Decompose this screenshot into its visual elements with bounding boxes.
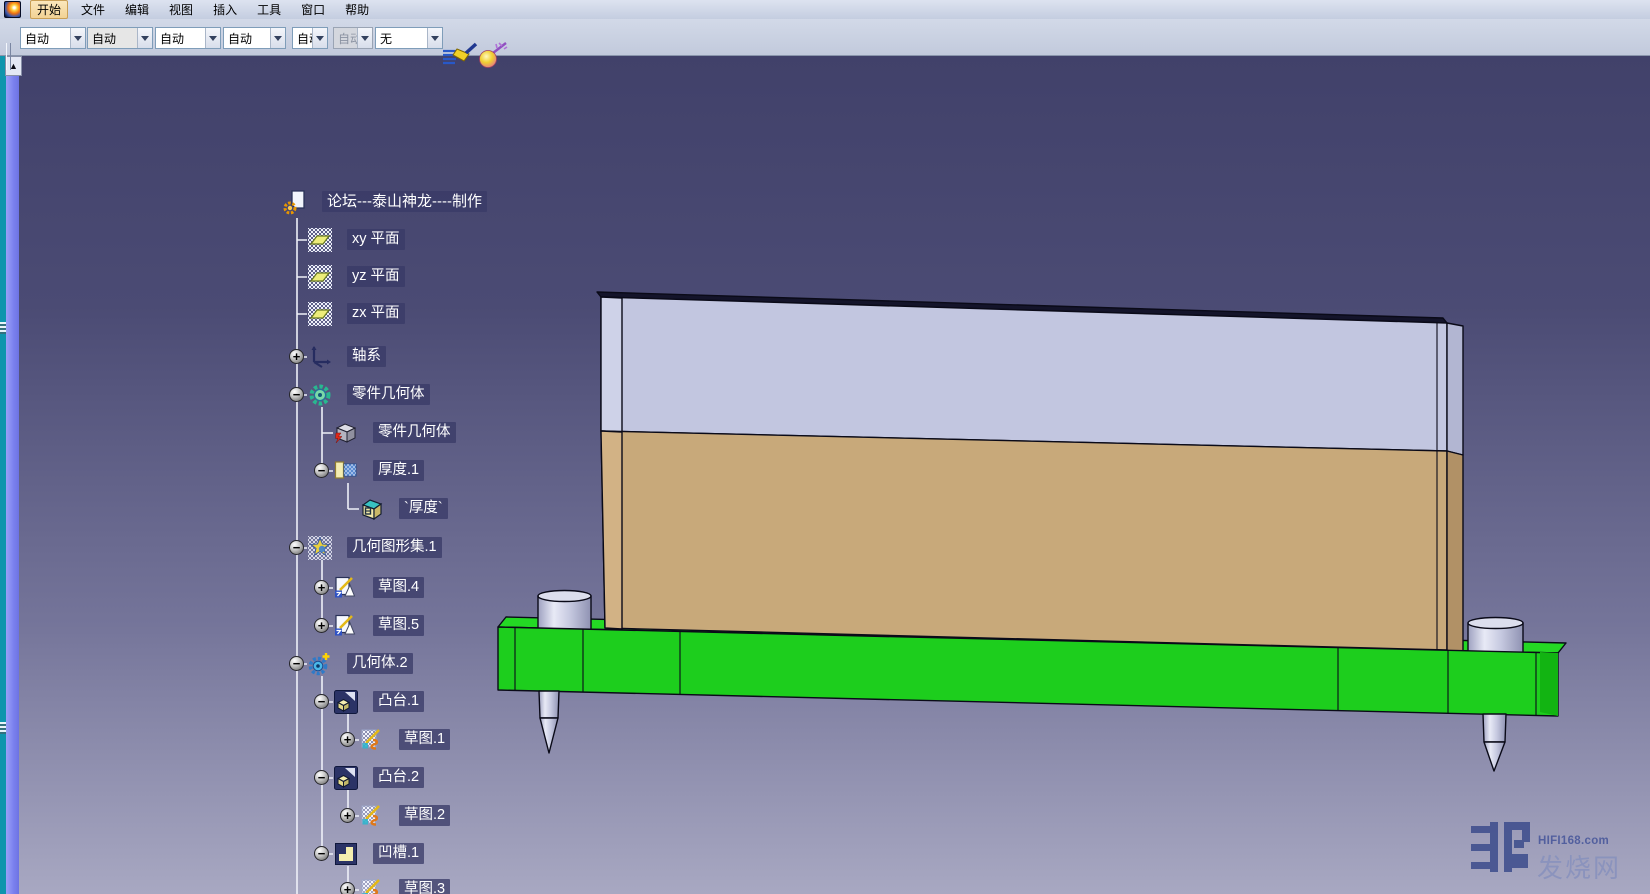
- menu-item-window[interactable]: 窗口: [294, 0, 332, 19]
- solid-cube-icon[interactable]: [333, 420, 359, 446]
- tree-item-label[interactable]: 厚度.1: [373, 460, 424, 481]
- magic-wand-icon[interactable]: [477, 41, 509, 71]
- tree-item-label[interactable]: 几何图形集.1: [347, 537, 442, 558]
- partbody-gear-icon[interactable]: [307, 382, 333, 408]
- chevron-down-icon: [137, 28, 152, 48]
- chevron-down-icon: [357, 28, 372, 48]
- tree-expander[interactable]: +: [314, 618, 329, 633]
- menu-item-insert[interactable]: 插入: [206, 0, 244, 19]
- tree-expander[interactable]: −: [289, 540, 304, 555]
- tree-item-label[interactable]: 凸台.2: [373, 767, 424, 788]
- sketch-icon[interactable]: [333, 575, 359, 601]
- tree-expander[interactable]: −: [314, 694, 329, 709]
- chevron-down-icon: [427, 28, 442, 48]
- menu-item-start[interactable]: 开始: [30, 0, 68, 19]
- menu-bar: 开始 文件 编辑 视图 插入 工具 窗口 帮助: [0, 0, 1650, 20]
- app-logo-icon: [4, 1, 21, 18]
- tree-item-label[interactable]: 凸台.1: [373, 691, 424, 712]
- tree-item-label[interactable]: zx 平面: [347, 303, 405, 324]
- tree-item-label[interactable]: 零件几何体: [373, 422, 456, 443]
- tree-expander[interactable]: −: [289, 656, 304, 671]
- graphic-properties-toolbar: 自动 自动 自动 自动 自动 自动 无: [0, 19, 1650, 56]
- pad-icon[interactable]: [333, 689, 359, 715]
- tree-expander[interactable]: +: [289, 349, 304, 364]
- tree-expander[interactable]: +: [340, 882, 355, 894]
- docked-toolbar-grip[interactable]: [0, 322, 6, 334]
- tree-item-label[interactable]: 草图.2: [399, 805, 450, 826]
- fill-color-combo[interactable]: 自动: [20, 27, 86, 49]
- tree-item-label[interactable]: 几何体.2: [347, 653, 413, 674]
- rendering-style-combo[interactable]: 无: [375, 27, 443, 49]
- pocket-icon[interactable]: [333, 841, 359, 867]
- point-symbol-combo[interactable]: 自动: [333, 27, 373, 49]
- sketch-icon[interactable]: [333, 613, 359, 639]
- thickness-icon[interactable]: [333, 458, 359, 484]
- toolbar-grip[interactable]: [6, 43, 11, 70]
- tree-item-label[interactable]: 草图.5: [373, 615, 424, 636]
- menu-item-help[interactable]: 帮助: [338, 0, 376, 19]
- plane-icon[interactable]: [307, 301, 333, 327]
- tree-scrollbar[interactable]: [6, 55, 19, 894]
- chevron-down-icon: [205, 28, 220, 48]
- menu-item-view[interactable]: 视图: [162, 0, 200, 19]
- part-document-icon[interactable]: [283, 189, 309, 215]
- sketch-icon[interactable]: [359, 727, 385, 753]
- tree-expander[interactable]: +: [340, 732, 355, 747]
- menu-item-tools[interactable]: 工具: [250, 0, 288, 19]
- plane-icon[interactable]: [307, 227, 333, 253]
- tree-item-label[interactable]: yz 平面: [347, 266, 405, 287]
- tree-expander[interactable]: +: [314, 580, 329, 595]
- format-painter-icon[interactable]: [441, 41, 479, 69]
- tree-item-label[interactable]: xy 平面: [347, 229, 405, 250]
- line-color-combo[interactable]: 自动: [155, 27, 221, 49]
- opacity-combo[interactable]: 自动: [87, 27, 153, 49]
- tree-item-label[interactable]: `厚度`: [399, 498, 448, 519]
- line-weight-combo[interactable]: 自动: [292, 27, 328, 49]
- catia-window: 开始 文件 编辑 视图 插入 工具 窗口 帮助 自动 自动 自动 自动 自动 自…: [0, 0, 1650, 894]
- line-type-combo[interactable]: 自动: [223, 27, 286, 49]
- tree-item-label[interactable]: 轴系: [347, 346, 386, 367]
- pad-icon[interactable]: [333, 765, 359, 791]
- chevron-down-icon: [312, 28, 327, 48]
- tree-expander[interactable]: −: [314, 463, 329, 478]
- tree-expander[interactable]: −: [289, 387, 304, 402]
- tree-root-label[interactable]: 论坛---泰山神龙----制作: [322, 191, 487, 212]
- tree-item-label[interactable]: 草图.3: [399, 879, 450, 894]
- chevron-down-icon: [70, 28, 85, 48]
- sketch-icon[interactable]: [359, 803, 385, 829]
- specification-tree: 论坛---泰山神龙----制作 xy 平面 yz 平面 zx 平面 + 轴系 −…: [0, 0, 1650, 894]
- axis-system-icon[interactable]: [307, 344, 333, 370]
- geometrical-set-icon[interactable]: [307, 535, 333, 561]
- docked-toolbar-grip[interactable]: [0, 722, 6, 734]
- tree-item-label[interactable]: 草图.1: [399, 729, 450, 750]
- tree-item-label[interactable]: 凹槽.1: [373, 843, 424, 864]
- tree-expander[interactable]: −: [314, 846, 329, 861]
- menu-item-edit[interactable]: 编辑: [118, 0, 156, 19]
- menu-item-file[interactable]: 文件: [74, 0, 112, 19]
- sketch-icon[interactable]: [359, 877, 385, 894]
- tree-item-label[interactable]: 草图.4: [373, 577, 424, 598]
- chevron-down-icon: [270, 28, 285, 48]
- plane-icon[interactable]: [307, 264, 333, 290]
- thickness-solid-icon[interactable]: [359, 496, 385, 522]
- tree-expander[interactable]: +: [340, 808, 355, 823]
- tree-expander[interactable]: −: [314, 770, 329, 785]
- tree-item-label[interactable]: 零件几何体: [347, 384, 430, 405]
- body-gear-icon[interactable]: [307, 651, 333, 677]
